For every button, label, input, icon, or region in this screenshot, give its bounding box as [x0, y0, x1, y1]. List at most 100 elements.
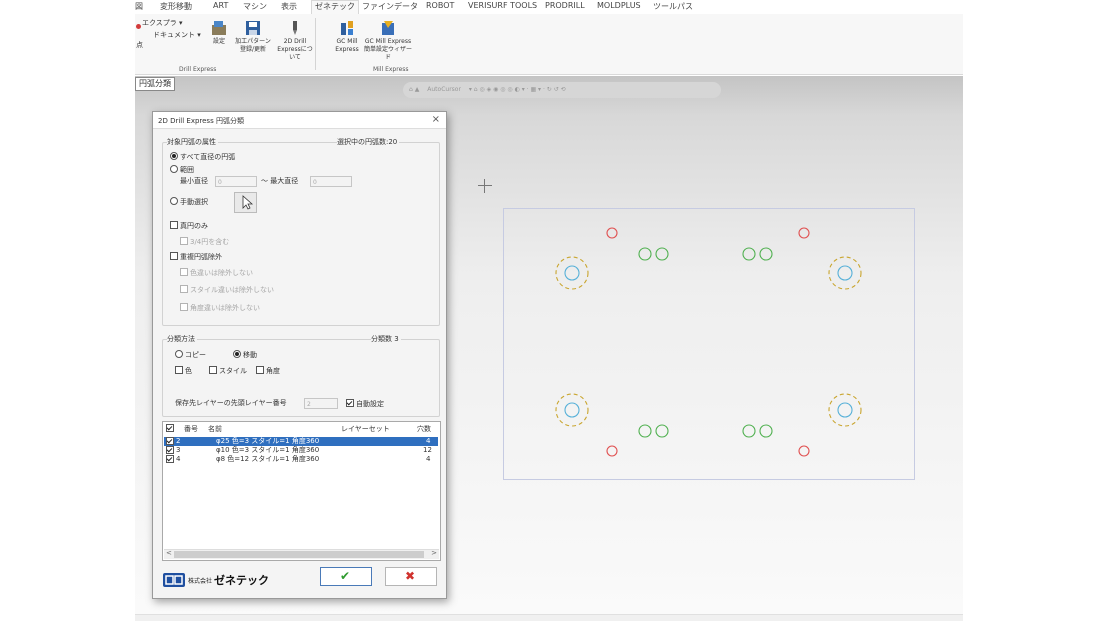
document-menu[interactable]: ドキュメント ▾: [153, 30, 201, 40]
radio-all-diameters[interactable]: すべて直径の円弧: [170, 152, 235, 162]
tab-finedata[interactable]: ファインデータ: [362, 1, 418, 12]
tab-transform[interactable]: 変形移動: [160, 1, 192, 12]
radio-range-label: 範囲: [180, 166, 194, 174]
ok-button[interactable]: ✔: [320, 567, 372, 586]
row-holes: 4: [426, 437, 431, 445]
cursor-arrow-icon: [242, 195, 254, 210]
cancel-button[interactable]: ✖: [385, 567, 437, 586]
radio-move[interactable]: 移動: [233, 350, 257, 360]
table-row[interactable]: 4 φ8 色=12 スタイル=1 角度360 4: [164, 455, 438, 464]
wizard-label-1: GC Mill Express: [364, 38, 412, 45]
min-diameter-input[interactable]: 0: [215, 176, 257, 187]
auto-setting-label: 自動設定: [356, 400, 384, 408]
checkmark-icon: ✔: [340, 569, 351, 583]
classify-section-label: 分類方法: [167, 334, 197, 344]
tab-art[interactable]: ART: [213, 1, 228, 10]
selected-count: 選択中の円弧数:20: [337, 137, 400, 147]
checkbox-box: [170, 252, 178, 260]
hole-green[interactable]: [742, 424, 756, 438]
hole-green[interactable]: [638, 424, 652, 438]
checkbox-full-circle[interactable]: 真円のみ: [170, 221, 208, 231]
checkbox-style[interactable]: スタイル: [209, 366, 247, 376]
hole-red[interactable]: [798, 445, 810, 457]
max-diameter-input[interactable]: 0: [310, 176, 352, 187]
hole-cyan[interactable]: [837, 265, 853, 281]
about-drill-express-button[interactable]: 2D Drill Expressについて: [277, 20, 313, 62]
hole-green[interactable]: [638, 247, 652, 261]
exclude-duplicate-label: 重複円弧除外: [180, 253, 222, 261]
hole-red[interactable]: [606, 445, 618, 457]
hole-green[interactable]: [655, 424, 669, 438]
radio-range[interactable]: 範囲: [170, 165, 194, 175]
table-row[interactable]: 3 φ10 色=3 スタイル=1 角度360 12: [164, 446, 438, 455]
classification-list[interactable]: 番号 名前 レイヤーセット 穴数 2 φ25 色=3 スタイル=1 角度360 …: [162, 421, 441, 561]
hole-cyan[interactable]: [564, 265, 580, 281]
list-header-check[interactable]: [166, 424, 176, 433]
mill-icon: [341, 21, 353, 35]
checkbox-color[interactable]: 色: [175, 366, 192, 376]
radio-copy[interactable]: コピー: [175, 350, 206, 360]
hole-green[interactable]: [759, 247, 773, 261]
tab-prodrill[interactable]: PRODRILL: [545, 1, 585, 10]
classify-count: 分類数 3: [371, 334, 401, 344]
row-holes: 4: [426, 455, 431, 463]
row-number: 3: [176, 446, 181, 454]
horizontal-scrollbar[interactable]: < >: [164, 549, 439, 559]
scroll-right-icon[interactable]: >: [431, 549, 437, 557]
tab-robot[interactable]: ROBOT: [426, 1, 454, 10]
save-disk-icon: [246, 21, 260, 35]
radio-manual[interactable]: 手動選択: [170, 197, 208, 207]
tab-machine[interactable]: マシン: [243, 1, 267, 12]
pattern-register-button[interactable]: 加工パターン 登録/更新: [232, 20, 274, 54]
pattern-label-1: 加工パターン: [235, 38, 271, 45]
logo-prefix: 株式会社: [188, 578, 213, 585]
list-header-holes[interactable]: 穴数: [417, 424, 431, 434]
scroll-left-icon[interactable]: <: [166, 549, 172, 557]
document-tab[interactable]: 円弧分類: [135, 77, 175, 91]
checkbox-exclude-duplicate[interactable]: 重複円弧除外: [170, 252, 222, 262]
list-header-layer[interactable]: レイヤーセット: [341, 424, 390, 434]
checkbox-box: [166, 437, 174, 445]
checkbox-auto-setting[interactable]: 自動設定: [346, 399, 384, 409]
list-header-name[interactable]: 名前: [208, 424, 222, 434]
tab-drawing[interactable]: 図: [135, 1, 143, 12]
color-diff-label: 色違いは除外しない: [190, 269, 253, 277]
tab-moldplus[interactable]: MOLDPLUS: [597, 1, 641, 10]
radio-indicator: [233, 350, 241, 358]
hole-green[interactable]: [655, 247, 669, 261]
scrollbar-thumb[interactable]: [174, 551, 424, 558]
close-icon[interactable]: ×: [432, 114, 440, 125]
target-section-label: 対象円弧の属性: [167, 137, 218, 147]
gc-mill-express-button[interactable]: GC Mill Express: [335, 20, 359, 54]
red-dot-icon: [136, 24, 141, 29]
settings-button[interactable]: 設定: [207, 20, 231, 46]
gcmill-label-1: GC Mill: [336, 38, 358, 45]
hole-cyan[interactable]: [837, 402, 853, 418]
radio-manual-label: 手動選択: [180, 198, 208, 206]
radio-indicator: [170, 197, 178, 205]
style-label: スタイル: [219, 367, 247, 375]
tab-toolpath[interactable]: ツールパス: [653, 1, 693, 12]
hole-red[interactable]: [798, 227, 810, 239]
checkbox-angle-diff: 角度違いは除外しない: [180, 303, 260, 313]
checkbox-color-diff: 色違いは除外しない: [180, 268, 253, 278]
hole-pattern-drawing: [555, 227, 862, 457]
checkbox-box: [346, 399, 354, 407]
export-menu[interactable]: エクスプラ ▾: [142, 18, 183, 28]
table-row[interactable]: 2 φ25 色=3 スタイル=1 角度360 4: [164, 437, 438, 446]
tab-verisurf-tools[interactable]: VERISURF TOOLS: [468, 1, 537, 10]
tab-zenetec[interactable]: ゼネテック: [311, 0, 359, 14]
layer-number-input[interactable]: 2: [304, 398, 338, 409]
tab-view[interactable]: 表示: [281, 1, 297, 12]
hole-green[interactable]: [759, 424, 773, 438]
canvas-quick-toolbar[interactable]: ⌂ ▲ AutoCursor ▾ ⌂ ◎ ◈ ◉ ◎ ◎ ◐ ▾ · ▦ ▾ ·…: [403, 82, 721, 98]
arc-classify-dialog: 2D Drill Express 円弧分類 × 対象円弧の属性 選択中の円弧数:…: [152, 111, 447, 599]
manual-pick-button[interactable]: [234, 192, 257, 213]
hole-cyan[interactable]: [564, 402, 580, 418]
checkbox-angle[interactable]: 角度: [256, 366, 280, 376]
hole-green[interactable]: [742, 247, 756, 261]
hole-red[interactable]: [606, 227, 618, 239]
gc-mill-wizard-button[interactable]: GC Mill Express 簡単設定ウィザード: [362, 20, 414, 62]
settings-icon: [212, 21, 226, 35]
list-header-number[interactable]: 番号: [184, 424, 198, 434]
